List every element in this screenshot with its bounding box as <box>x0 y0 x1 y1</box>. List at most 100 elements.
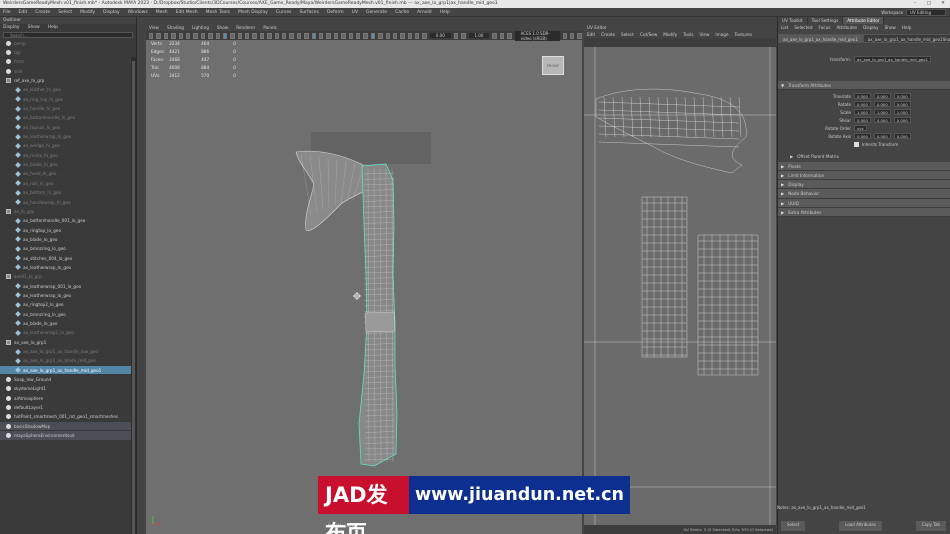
section-extra-attributes[interactable]: ▶ Extra Attributes <box>778 208 950 218</box>
viewport-tool-icon[interactable] <box>461 32 466 39</box>
field-z-input[interactable]: 1.000 <box>893 109 911 116</box>
uv-menu-select[interactable]: Select <box>621 32 634 37</box>
viewport-menu-view[interactable]: View <box>149 25 159 30</box>
viewport-tool-icon[interactable] <box>185 32 191 39</box>
outliner-row[interactable]: ax_ringtop_lo_geo <box>0 226 136 236</box>
viewport-tool-icon[interactable] <box>453 32 459 39</box>
field-y-input[interactable]: 0.000 <box>873 117 891 124</box>
uv-menu-textures[interactable]: Textures <box>735 32 753 37</box>
outliner-row[interactable]: mayaSphereEnvironmentsuit <box>0 431 136 441</box>
outliner-row[interactable]: ax_rivets_hi_geo <box>0 151 136 161</box>
ae-menu-show[interactable]: Show <box>885 24 896 31</box>
viewport-tool-icon[interactable] <box>208 32 213 39</box>
copy-tab-button[interactable]: Copy Tab <box>915 521 946 531</box>
menu-item-cache[interactable]: Cache <box>395 10 409 15</box>
viewport-tool-icon[interactable] <box>230 32 235 39</box>
menu-item-edit-mesh[interactable]: Edit Mesh <box>176 10 198 15</box>
outliner-row[interactable]: ax_stitches_004_lo_geo <box>0 254 136 264</box>
viewport-tool-icon[interactable] <box>289 32 294 39</box>
viewport-tool-icon[interactable] <box>492 32 497 39</box>
outliner-row[interactable]: skydomeLight1 <box>0 385 136 395</box>
gamma-field[interactable]: 1.00 <box>468 33 490 38</box>
outliner-row[interactable]: basicShadowMap <box>0 422 136 432</box>
viewport-tool-icon[interactable] <box>407 32 413 39</box>
workspace-dropdown[interactable]: UV Editing <box>906 9 946 16</box>
field-z-input[interactable]: 0.000 <box>893 101 911 108</box>
rotate-axis-input[interactable]: 0.000 <box>893 133 911 140</box>
viewport-tool-icon[interactable] <box>252 32 257 39</box>
ae-menu-list[interactable]: List <box>781 24 788 31</box>
menu-item-modify[interactable]: Modify <box>80 10 95 15</box>
field-x-input[interactable]: 0.000 <box>854 93 871 100</box>
section-limit-information[interactable]: ▶ Limit Information <box>778 170 950 181</box>
outliner-row[interactable]: ax_ringtop2_lo_geo <box>0 301 136 310</box>
viewport-tool-icon[interactable] <box>341 32 346 39</box>
outliner-row[interactable]: ax_bronzring_lo_geo <box>0 310 136 320</box>
outliner-row[interactable]: persp <box>0 39 136 49</box>
viewport-tool-icon[interactable] <box>333 32 339 39</box>
viewport-tool-icon[interactable] <box>562 32 567 39</box>
menu-item-deform[interactable]: Deform <box>327 10 344 15</box>
outliner-row[interactable]: ref_axe_hi_grp <box>0 76 136 86</box>
field-y-input[interactable]: 1.000 <box>873 109 891 116</box>
outliner-row[interactable]: ax_leatherwrap_hi_geo <box>0 132 136 142</box>
rotate-order-dropdown[interactable]: xyz <box>854 125 867 132</box>
outliner-search-input[interactable]: Search... <box>3 32 133 38</box>
outliner-menu-help[interactable]: Help <box>48 24 58 31</box>
uv-menu-tools[interactable]: Tools <box>683 32 693 37</box>
outliner-row[interactable]: ax_leather_hi_geo <box>0 86 136 96</box>
section-offset-parent-matrix[interactable]: ▶ Offset Parent Matrix <box>778 152 950 161</box>
viewport-tool-icon[interactable] <box>569 32 575 39</box>
viewport-tool-icon[interactable] <box>385 32 390 39</box>
outliner-row[interactable]: ax_bottomhandle_001_lo_geo <box>0 217 136 226</box>
menu-item-mesh-tools[interactable]: Mesh Tools <box>206 10 230 15</box>
viewport-menu-shading[interactable]: Shading <box>167 25 184 30</box>
outliner-row[interactable]: ax_axe_lo_grp1_ax_handle_mid_geo1 <box>0 366 136 376</box>
close-icon[interactable]: ✕ <box>936 0 950 8</box>
viewcube[interactable]: FRONT <box>542 56 564 75</box>
node-tab[interactable]: ax_axe_lo_grp1_ax_handle_mid_geo1 <box>778 34 863 43</box>
section-transform-attributes[interactable]: ▼ Transform Attributes <box>778 81 950 91</box>
load-attributes-button[interactable]: Load Attributes <box>839 521 882 531</box>
viewport-tool-icon[interactable] <box>296 32 302 39</box>
outliner-row[interactable]: ax_bronzring_lo_geo <box>0 245 136 254</box>
viewport-tool-icon[interactable] <box>378 32 383 39</box>
viewport-tool-icon[interactable] <box>171 32 176 39</box>
outliner-row[interactable]: ax_ring_top_hi_geo <box>0 95 136 105</box>
viewport-tool-icon[interactable] <box>422 32 427 39</box>
uv-menu-cut-sew[interactable]: Cut/Sew <box>640 32 657 37</box>
uv-menu-view[interactable]: View <box>699 32 709 37</box>
outliner-row[interactable]: hotPaint_smartmesh_001_rot_geo1_smartmes… <box>0 413 136 423</box>
outliner-row[interactable]: ax_leatherwrap_lo_geo <box>0 263 136 273</box>
outliner-row[interactable]: ax_leatherwrap2_lo_geo <box>0 329 136 338</box>
viewport-tool-icon[interactable] <box>348 32 353 39</box>
outliner-row[interactable]: aiAtmosphere <box>0 394 136 404</box>
notes-field[interactable]: ax_axe_lo_grp1_ax_handle_mid_geo1 <box>791 505 866 510</box>
viewport-tool-icon[interactable] <box>318 32 324 39</box>
tab-uv-toolkit[interactable]: UV Toolkit <box>778 17 808 24</box>
menu-item-uv[interactable]: UV <box>352 10 358 15</box>
exposure-field[interactable]: 0.00 <box>429 33 451 38</box>
viewport-menu-lighting[interactable]: Lighting <box>192 25 209 30</box>
outliner-row[interactable]: defaultLayer1 <box>0 403 136 413</box>
outliner-row[interactable]: ax_bottom_hi_geo <box>0 189 136 198</box>
field-z-input[interactable]: 0.000 <box>893 117 911 124</box>
outliner-menu-show[interactable]: Show <box>28 24 40 31</box>
viewport-tool-icon[interactable] <box>415 32 420 39</box>
tab-attribute-editor[interactable]: Attribute Editor <box>843 17 885 24</box>
outliner-row[interactable]: ax_leatherwrap_lo_geo <box>0 291 136 301</box>
viewport-tool-icon[interactable] <box>370 32 376 39</box>
field-x-input[interactable]: 0.000 <box>854 117 871 124</box>
viewport-tool-icon[interactable] <box>400 32 405 39</box>
viewport-tool-icon[interactable] <box>311 32 316 39</box>
menu-item-select[interactable]: Select <box>58 10 72 15</box>
viewport-tool-icon[interactable] <box>245 32 250 39</box>
outliner-row[interactable]: ax_head_hi_geo <box>0 170 136 180</box>
outliner-row[interactable]: front <box>0 58 136 68</box>
viewport-tool-icon[interactable] <box>355 32 361 39</box>
menu-item-edit[interactable]: Edit <box>19 10 28 15</box>
outliner-row[interactable]: ax_nail_hi_geo <box>0 179 136 189</box>
uv-menu-modify[interactable]: Modify <box>663 32 677 37</box>
outliner-row[interactable]: top <box>0 48 136 58</box>
outliner-row[interactable]: ax_lo_grp <box>0 207 136 217</box>
